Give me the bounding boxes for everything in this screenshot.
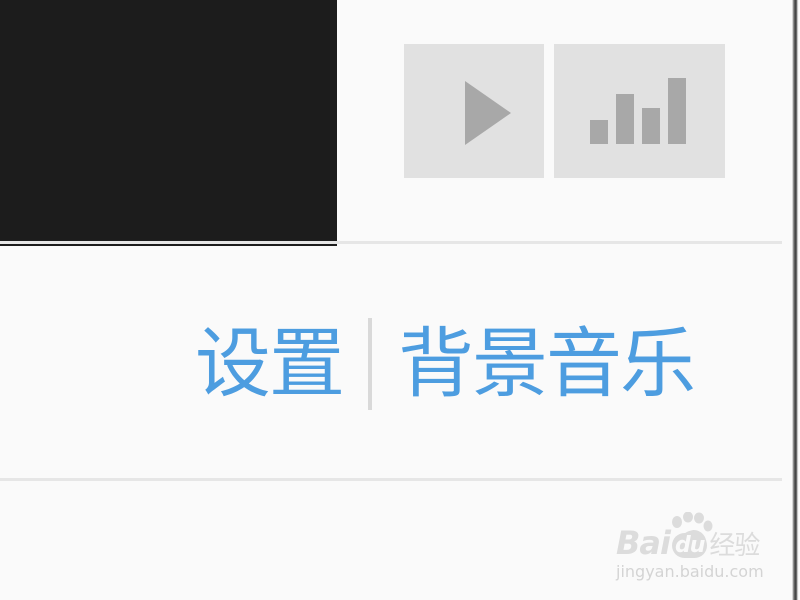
- volume-button[interactable]: [554, 44, 725, 178]
- link-bar: 设置 背景音乐: [195, 318, 696, 410]
- background-music-link[interactable]: 背景音乐: [398, 318, 696, 410]
- link-separator: [368, 318, 372, 410]
- watermark-url: jingyan.baidu.com: [616, 562, 764, 581]
- settings-link[interactable]: 设置: [195, 318, 345, 410]
- divider: [0, 241, 782, 244]
- divider: [0, 478, 782, 481]
- equalizer-bars-icon: [590, 78, 690, 144]
- play-button[interactable]: [404, 44, 544, 178]
- watermark: Bai du 经验 jingyan.baidu.com: [616, 512, 776, 592]
- play-icon: [465, 81, 511, 145]
- window-edge: [792, 0, 800, 600]
- watermark-brand: Bai du 经验: [616, 524, 760, 562]
- video-preview-panel: [0, 0, 337, 246]
